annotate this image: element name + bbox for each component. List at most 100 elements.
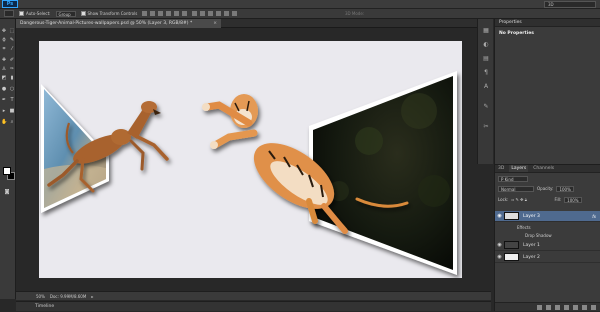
transform-controls-checkbox[interactable]: Show Transform Controls: [80, 11, 137, 17]
history-icon[interactable]: ▦: [482, 27, 490, 35]
auto-select-label: Auto-Select:: [26, 10, 51, 16]
layer-thumbnail: [504, 212, 519, 220]
distribute-top-icon[interactable]: [192, 11, 198, 16]
layer-row-layer-2[interactable]: ◉ Layer 2: [495, 252, 600, 263]
layer-thumbnail: [504, 241, 519, 249]
timeline-panel-tab[interactable]: Timeline: [16, 301, 491, 311]
fx-icon[interactable]: fx: [592, 214, 596, 219]
history-brush-icon[interactable]: ✑: [9, 66, 15, 72]
crop-icon[interactable]: ⌗: [1, 46, 7, 52]
document-tab-bar: Dangerous-Tiger-Animal-Pictures-wallpape…: [16, 19, 491, 28]
3d-mode-label: 3D Mode:: [345, 11, 365, 16]
options-bar: Auto-Select: Group Show Transform Contro…: [0, 9, 600, 19]
eyedropper-icon[interactable]: ⁄: [9, 46, 15, 52]
opacity-field[interactable]: 100%: [556, 185, 574, 192]
dodge-icon[interactable]: ○: [9, 86, 15, 92]
tab-3d[interactable]: 3D: [498, 165, 504, 172]
tool-preset-picker[interactable]: [4, 10, 14, 17]
document-canvas[interactable]: [39, 41, 462, 278]
distribute-right-icon[interactable]: [232, 11, 238, 16]
path-select-icon[interactable]: ▸: [1, 108, 7, 114]
layers-panel-tabs: 3D Layers Channels: [495, 165, 600, 173]
pen-icon[interactable]: ✒: [1, 97, 7, 103]
healing-brush-icon[interactable]: ✚: [1, 57, 7, 63]
visibility-eye-icon[interactable]: ◉: [495, 213, 504, 219]
styles-icon[interactable]: ▤: [482, 55, 490, 63]
visibility-eye-icon[interactable]: ◉: [495, 242, 504, 248]
close-tab-icon[interactable]: ×: [213, 19, 217, 28]
move-tool-icon[interactable]: ✥: [1, 28, 7, 34]
blend-mode-dropdown[interactable]: Normal: [498, 185, 534, 192]
lock-icons[interactable]: ▫ ✎ ✥ 🔒︎: [511, 196, 537, 203]
new-layer-icon[interactable]: [582, 304, 587, 310]
drop-shadow-label: Drop Shadow: [525, 232, 552, 238]
paragraph-icon[interactable]: ¶: [482, 69, 490, 77]
effects-label: Effects: [517, 224, 531, 230]
zoom-level[interactable]: 50%: [36, 294, 45, 299]
tools-panel: ✥ ⬚ ϕ ✎ ⌗ ⁄ ✚ ✐ ♙ ✑ ◩ ▮ ● ○ ✒ T ▸ ■ ✋ ⌕ …: [0, 19, 16, 299]
new-group-icon[interactable]: [573, 304, 578, 310]
distribute-center-icon[interactable]: [224, 11, 230, 16]
align-middle-icon[interactable]: [150, 11, 156, 16]
align-left-icon[interactable]: [166, 11, 172, 16]
tab-channels[interactable]: Channels: [533, 165, 554, 172]
add-mask-icon[interactable]: [555, 304, 560, 310]
checkbox-icon: [80, 11, 86, 17]
marquee-icon[interactable]: ⬚: [9, 28, 15, 34]
drop-shadow-row[interactable]: Drop Shadow: [495, 231, 600, 239]
lock-label: Lock:: [498, 197, 509, 202]
align-center-icon[interactable]: [174, 11, 180, 16]
auto-select-dropdown[interactable]: Group: [55, 10, 76, 17]
layer-row-layer-3[interactable]: ◉ Layer 3 fx: [495, 211, 600, 222]
foreground-color-swatch[interactable]: [3, 167, 11, 175]
document-area: Dangerous-Tiger-Animal-Pictures-wallpape…: [16, 19, 491, 311]
checkbox-icon: [19, 11, 24, 17]
align-bottom-icon[interactable]: [158, 11, 164, 16]
canvas-artwork: [41, 71, 457, 275]
properties-title: No Properties: [499, 31, 534, 36]
adjustments-icon[interactable]: ◐: [482, 41, 490, 49]
document-title: Dangerous-Tiger-Animal-Pictures-wallpape…: [20, 21, 193, 26]
eraser-icon[interactable]: ◩: [1, 75, 7, 81]
menu-bar: Ps 3D: [0, 0, 600, 9]
distribute-middle-icon[interactable]: [200, 11, 206, 16]
photoshop-logo: Ps: [2, 0, 18, 8]
zoom-icon[interactable]: ⌕: [9, 119, 15, 125]
clone-stamp-icon[interactable]: ♙: [1, 66, 7, 72]
character-icon[interactable]: A: [482, 83, 490, 91]
quick-select-icon[interactable]: ✎: [9, 37, 15, 43]
shape-icon[interactable]: ■: [9, 108, 15, 114]
document-info: Doc: 9.99M/8.60M: [49, 293, 87, 299]
auto-select-checkbox[interactable]: Auto-Select:: [19, 11, 51, 17]
workspace-switcher[interactable]: 3D: [544, 1, 596, 8]
status-menu-arrow-icon[interactable]: ▸: [91, 294, 93, 299]
tab-layers[interactable]: Layers: [509, 165, 529, 172]
brush-icon[interactable]: ✐: [9, 57, 15, 63]
lasso-icon[interactable]: ϕ: [1, 37, 7, 43]
blend-row: Normal Opacity: 100%: [498, 185, 598, 192]
tool-presets-icon[interactable]: ✂: [482, 123, 490, 131]
align-right-icon[interactable]: [182, 11, 188, 16]
properties-panel: Properties No Properties: [494, 19, 600, 164]
quick-mask-icon[interactable]: ◙: [4, 189, 10, 195]
document-tab[interactable]: Dangerous-Tiger-Animal-Pictures-wallpape…: [16, 19, 221, 28]
type-icon[interactable]: T: [9, 97, 15, 103]
hand-icon[interactable]: ✋: [1, 119, 7, 125]
align-top-icon[interactable]: [142, 11, 148, 16]
visibility-eye-icon[interactable]: ◉: [495, 254, 504, 260]
distribute-bottom-icon[interactable]: [208, 11, 214, 16]
brush-panel-icon[interactable]: ✎: [482, 103, 490, 111]
effects-row[interactable]: Effects: [495, 223, 600, 231]
adjustment-layer-icon[interactable]: [564, 304, 569, 310]
delete-layer-icon[interactable]: [591, 304, 596, 310]
add-style-icon[interactable]: [546, 304, 551, 310]
blur-icon[interactable]: ●: [1, 86, 7, 92]
layer-kind-filter[interactable]: P Kind: [498, 175, 528, 182]
gradient-icon[interactable]: ▮: [9, 75, 15, 81]
align-buttons: [142, 11, 188, 16]
distribute-left-icon[interactable]: [216, 11, 222, 16]
properties-header[interactable]: Properties: [495, 19, 600, 27]
link-layers-icon[interactable]: [537, 304, 542, 310]
fill-field[interactable]: 100%: [564, 196, 582, 203]
layer-row-layer-1[interactable]: ◉ Layer 1: [495, 240, 600, 251]
